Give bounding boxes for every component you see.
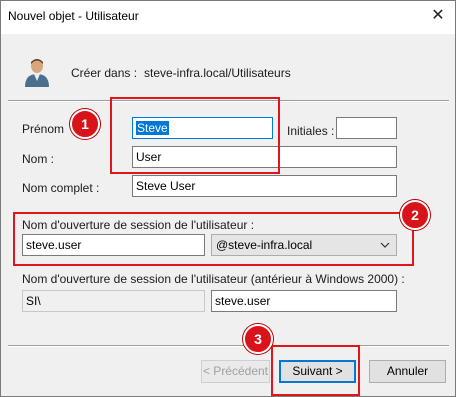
next-button[interactable]: Suivant > bbox=[279, 360, 356, 383]
create-in-path: steve-infra.local/Utilisateurs bbox=[144, 66, 291, 80]
initials-label: Initiales : bbox=[287, 124, 335, 138]
first-name-value: Steve bbox=[136, 121, 169, 135]
last-name-input[interactable]: User bbox=[132, 146, 397, 168]
annotation-badge-2: 2 bbox=[400, 200, 430, 230]
cancel-button[interactable]: Annuler bbox=[369, 360, 446, 383]
full-name-label: Nom complet : bbox=[22, 181, 100, 195]
footer-separator bbox=[8, 345, 449, 347]
user-icon bbox=[24, 57, 50, 87]
back-button[interactable]: < Précédent bbox=[201, 360, 270, 383]
annotation-badge-3: 3 bbox=[243, 324, 273, 354]
legacy-domain-field: SI\ bbox=[22, 290, 205, 312]
window-frame bbox=[0, 0, 456, 397]
domain-select-value: @steve-infra.local bbox=[216, 238, 313, 252]
legacy-username-input[interactable]: steve.user bbox=[211, 290, 397, 312]
chevron-down-icon bbox=[380, 235, 390, 263]
first-name-input[interactable]: Steve bbox=[132, 117, 273, 139]
window-title: Nouvel objet - Utilisateur bbox=[8, 9, 139, 23]
logon-name-input[interactable]: steve.user bbox=[22, 234, 205, 256]
full-name-input[interactable]: Steve User bbox=[132, 175, 397, 197]
header-separator bbox=[8, 100, 449, 102]
logon-name-label: Nom d'ouverture de session de l'utilisat… bbox=[22, 218, 255, 232]
create-in-label: Créer dans : bbox=[71, 66, 138, 80]
first-name-label: Prénom bbox=[22, 122, 65, 136]
domain-select[interactable]: @steve-infra.local bbox=[211, 234, 397, 256]
last-name-label: Nom : bbox=[22, 152, 55, 166]
legacy-logon-label: Nom d'ouverture de session de l'utilisat… bbox=[22, 272, 405, 286]
close-icon[interactable]: ✕ bbox=[427, 5, 449, 27]
annotation-badge-1: 1 bbox=[70, 109, 100, 139]
initials-input[interactable] bbox=[336, 117, 397, 139]
